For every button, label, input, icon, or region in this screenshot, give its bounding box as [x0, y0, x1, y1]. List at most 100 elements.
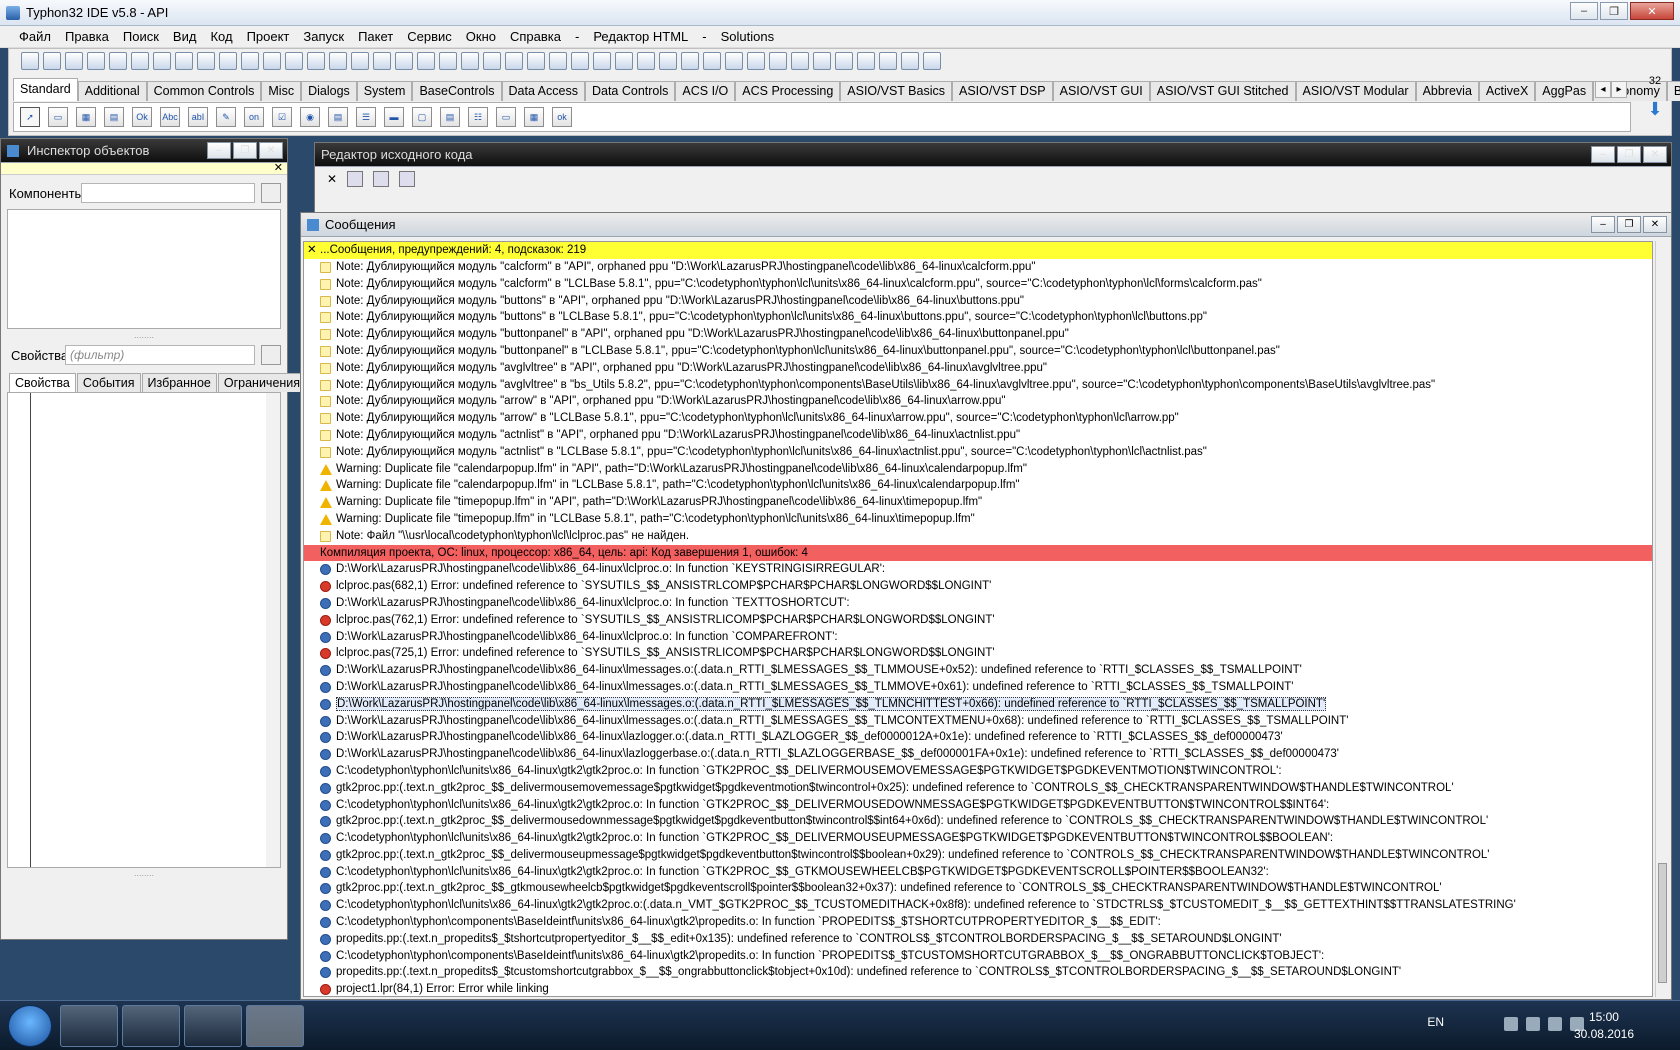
- toolbar-button-icon[interactable]: [439, 52, 457, 70]
- message-row[interactable]: Note: Дублирующийся модуль "avglvltree" …: [304, 377, 1652, 394]
- toolbar-button-icon[interactable]: [747, 52, 765, 70]
- message-row[interactable]: Note: Дублирующийся модуль "buttonpanel"…: [304, 343, 1652, 360]
- menu-item[interactable]: Сервис: [400, 29, 459, 44]
- message-row[interactable]: Warning: Duplicate file "calendarpopup.l…: [304, 461, 1652, 478]
- toolbar-button-icon[interactable]: [307, 52, 325, 70]
- palette-component-icon[interactable]: ▭: [496, 107, 516, 127]
- toolbar-button-icon[interactable]: [43, 52, 61, 70]
- message-row[interactable]: C:\codetyphon\typhon\lcl\units\x86_64-li…: [304, 830, 1652, 847]
- tray-network-icon[interactable]: [1526, 1017, 1540, 1031]
- message-row[interactable]: D:\Work\LazarusPRJ\hostingpanel\code\lib…: [304, 679, 1652, 696]
- message-row[interactable]: gtk2proc.pp:(.text.n_gtk2proc_$$_deliver…: [304, 813, 1652, 830]
- property-grid[interactable]: [7, 392, 281, 868]
- toolbar-button-icon[interactable]: [835, 52, 853, 70]
- toolbar-button-icon[interactable]: [615, 52, 633, 70]
- toolbar-button-icon[interactable]: [901, 52, 919, 70]
- message-row[interactable]: Note: Дублирующийся модуль "buttons" в "…: [304, 309, 1652, 326]
- palette-component-icon[interactable]: Abc: [160, 107, 180, 127]
- toolbar-button-icon[interactable]: [461, 52, 479, 70]
- palette-component-icon[interactable]: ▤: [328, 107, 348, 127]
- palette-tab[interactable]: Common Controls: [146, 81, 262, 101]
- palette-component-icon[interactable]: on: [244, 107, 264, 127]
- palette-tab[interactable]: System: [356, 81, 413, 101]
- taskbar-chrome-icon[interactable]: [60, 1005, 118, 1047]
- palette-tab[interactable]: ASIO/VST Modular: [1295, 81, 1416, 101]
- menu-item[interactable]: Запуск: [296, 29, 351, 44]
- download-arrow-icon[interactable]: ⬇: [1643, 99, 1667, 120]
- selection-pointer-icon[interactable]: ➚: [20, 107, 40, 127]
- close-tab-icon[interactable]: ✕: [327, 172, 337, 186]
- tag-icon[interactable]: [261, 345, 281, 365]
- message-row[interactable]: lclproc.pas(762,1) Error: undefined refe…: [304, 612, 1652, 629]
- palette-component-icon[interactable]: ☷: [468, 107, 488, 127]
- messages-header-close-icon[interactable]: ✕: [307, 242, 317, 259]
- toolbar-button-icon[interactable]: [549, 52, 567, 70]
- palette-component-icon[interactable]: ✎: [216, 107, 236, 127]
- message-row[interactable]: D:\Work\LazarusPRJ\hostingpanel\code\lib…: [304, 729, 1652, 746]
- toolbar-button-icon[interactable]: [263, 52, 281, 70]
- message-row[interactable]: lclproc.pas(725,1) Error: undefined refe…: [304, 645, 1652, 662]
- scroll-left-icon[interactable]: ◂: [1595, 81, 1611, 98]
- scrollbar-thumb[interactable]: [1658, 863, 1667, 983]
- message-row[interactable]: Note: Файл "\\usr\local\codetyphon\typho…: [304, 528, 1652, 545]
- toolbar-button-icon[interactable]: [109, 52, 127, 70]
- palette-component-icon[interactable]: Ok: [132, 107, 152, 127]
- toolbar-button-icon[interactable]: [527, 52, 545, 70]
- toolbar-button-icon[interactable]: [175, 52, 193, 70]
- palette-component-icon[interactable]: ▤: [440, 107, 460, 127]
- menu-item[interactable]: Solutions: [714, 29, 781, 44]
- toolbar-button-icon[interactable]: [21, 52, 39, 70]
- palette-component-icon[interactable]: ◉: [300, 107, 320, 127]
- inspector-minimize-button[interactable]: –: [207, 142, 231, 159]
- palette-tab[interactable]: Additional: [77, 81, 147, 101]
- editor-minimize-button[interactable]: –: [1591, 146, 1615, 163]
- message-row[interactable]: gtk2proc.pp:(.text.n_gtk2proc_$$_gtkmous…: [304, 880, 1652, 897]
- palette-component-icon[interactable]: ok: [552, 107, 572, 127]
- palette-component-icon[interactable]: ▢: [412, 107, 432, 127]
- minimize-button[interactable]: –: [1570, 2, 1598, 20]
- message-row[interactable]: C:\codetyphon\typhon\lcl\units\x86_64-li…: [304, 897, 1652, 914]
- message-row[interactable]: propedits.pp:(.text.n_propedits$_$tcusto…: [304, 964, 1652, 981]
- palette-tab[interactable]: ASIO/VST Basics: [840, 81, 952, 101]
- menu-item[interactable]: Код: [203, 29, 239, 44]
- components-search-input[interactable]: [81, 183, 256, 203]
- palette-tab[interactable]: BGRA Control: [1666, 81, 1680, 101]
- message-row[interactable]: Warning: Duplicate file "timepopup.lfm" …: [304, 511, 1652, 528]
- palette-component-icon[interactable]: ▤: [104, 107, 124, 127]
- inspector-close-button[interactable]: ✕: [259, 142, 283, 159]
- toolbar-button-icon[interactable]: [395, 52, 413, 70]
- toolbar-button-icon[interactable]: [417, 52, 435, 70]
- palette-tab[interactable]: ACS I/O: [675, 81, 736, 101]
- message-row[interactable]: Warning: Duplicate file "calendarpopup.l…: [304, 477, 1652, 494]
- language-indicator[interactable]: EN: [1427, 1015, 1444, 1029]
- inspector-tab[interactable]: Свойства: [9, 373, 76, 392]
- message-row[interactable]: Warning: Duplicate file "timepopup.lfm" …: [304, 494, 1652, 511]
- messages-minimize-button[interactable]: –: [1591, 216, 1615, 233]
- toolbar-button-icon[interactable]: [791, 52, 809, 70]
- menu-item[interactable]: Проект: [240, 29, 297, 44]
- toolbar-button-icon[interactable]: [659, 52, 677, 70]
- palette-tab[interactable]: BaseControls: [412, 81, 502, 101]
- message-row[interactable]: Note: Дублирующийся модуль "avglvltree" …: [304, 360, 1652, 377]
- toolbar-button-icon[interactable]: [241, 52, 259, 70]
- message-row[interactable]: Note: Дублирующийся модуль "actnlist" в …: [304, 427, 1652, 444]
- toolbar-button-icon[interactable]: [197, 52, 215, 70]
- palette-tab[interactable]: Abbrevia: [1415, 81, 1479, 101]
- home-icon[interactable]: [347, 171, 364, 187]
- toolbar-button-icon[interactable]: [681, 52, 699, 70]
- message-row[interactable]: D:\Work\LazarusPRJ\hostingpanel\code\lib…: [304, 595, 1652, 612]
- forward-icon[interactable]: [399, 171, 416, 187]
- message-row[interactable]: C:\codetyphon\typhon\components\BaseIdei…: [304, 914, 1652, 931]
- taskbar-editor-icon[interactable]: [184, 1005, 242, 1047]
- message-row[interactable]: Note: Дублирующийся модуль "buttons" в "…: [304, 293, 1652, 310]
- toolbar-button-icon[interactable]: [219, 52, 237, 70]
- message-row[interactable]: Note: Дублирующийся модуль "calcform" в …: [304, 259, 1652, 276]
- toolbar-button-icon[interactable]: [879, 52, 897, 70]
- toolbar-button-icon[interactable]: [87, 52, 105, 70]
- message-row[interactable]: propedits.pp:(.text.n_propedits$_$tshort…: [304, 931, 1652, 948]
- toolbar-button-icon[interactable]: [571, 52, 589, 70]
- toolbar-button-icon[interactable]: [725, 52, 743, 70]
- maximize-button[interactable]: ❐: [1600, 2, 1628, 20]
- message-row[interactable]: Note: Дублирующийся модуль "actnlist" в …: [304, 444, 1652, 461]
- close-button[interactable]: ✕: [1630, 2, 1674, 20]
